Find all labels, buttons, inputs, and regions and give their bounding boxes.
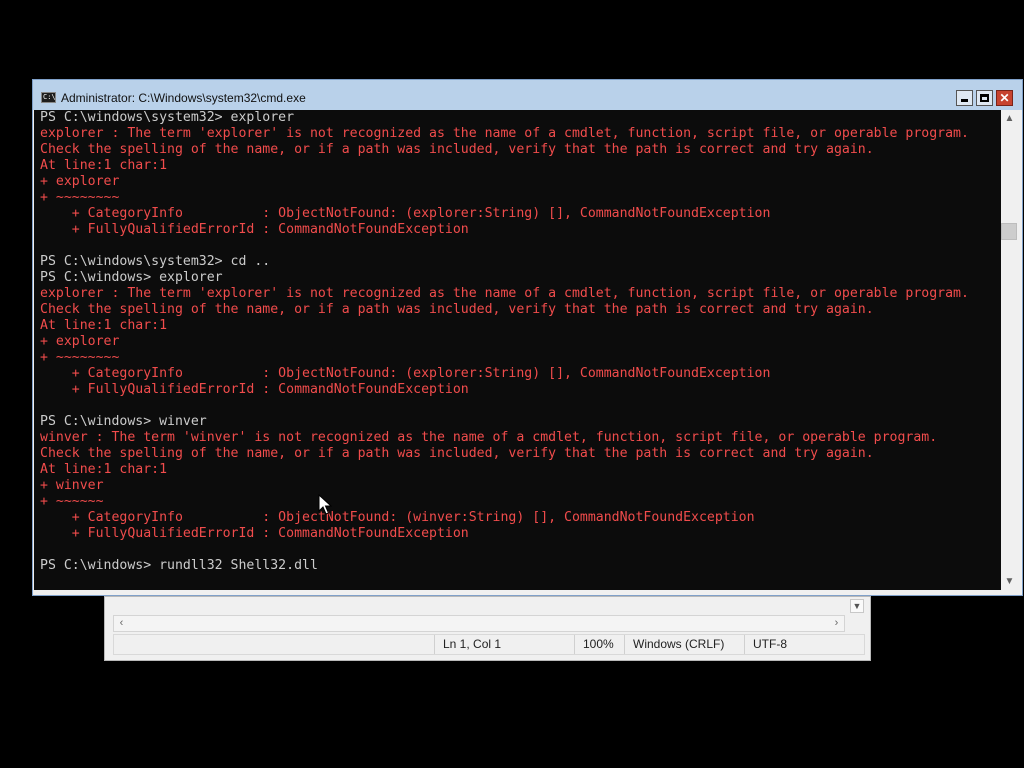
console-command-line: PS C:\windows> rundll32 Shell32.dll — [40, 558, 318, 573]
console-error-line: At line:1 char:1 — [40, 462, 168, 477]
notepad-window: ▼ ‹ › Ln 1, Col 1 100% Windows (CRLF) UT… — [104, 596, 871, 661]
console-error-line: + explorer — [40, 334, 120, 349]
console-error-line: Check the spelling of the name, or if a … — [40, 302, 874, 317]
console-error-line: + FullyQualifiedErrorId : CommandNotFoun… — [40, 382, 469, 397]
console-error-line: At line:1 char:1 — [40, 318, 168, 333]
console-error-line: + CategoryInfo : ObjectNotFound: (winver… — [40, 510, 755, 525]
close-button[interactable]: ✕ — [996, 90, 1013, 106]
console-error-line: + CategoryInfo : ObjectNotFound: (explor… — [40, 206, 771, 221]
console-command-line — [40, 238, 1001, 254]
scroll-down-icon[interactable]: ▼ — [1001, 573, 1018, 590]
console-error-line: + FullyQualifiedErrorId : CommandNotFoun… — [40, 222, 469, 237]
console-error-line: Check the spelling of the name, or if a … — [40, 446, 874, 461]
maximize-button[interactable] — [976, 90, 993, 106]
console-error-line: explorer : The term 'explorer' is not re… — [40, 126, 969, 141]
scrollbar-thumb[interactable] — [1001, 223, 1017, 240]
console-command-line — [40, 398, 1001, 414]
console-error-line: winver : The term 'winver' is not recogn… — [40, 430, 938, 445]
maximize-icon — [980, 94, 989, 102]
minimize-icon — [961, 99, 968, 102]
console-text: PS C:\windows\system32> explorer explorer… — [34, 110, 1001, 574]
console-error-line: explorer : The term 'explorer' is not re… — [40, 286, 969, 301]
status-zoom: 100% — [574, 635, 624, 654]
vertical-scrollbar[interactable]: ▲ ▼ — [1001, 110, 1018, 590]
console-error-line: + ~~~~~~ — [40, 494, 104, 509]
window-title: Administrator: C:\Windows\system32\cmd.e… — [61, 91, 306, 105]
console-output[interactable]: PS C:\windows\system32> explorer explorer… — [34, 110, 1001, 590]
console-command-line — [40, 542, 1001, 558]
console-error-line: + FullyQualifiedErrorId : CommandNotFoun… — [40, 526, 469, 541]
console-error-line: + CategoryInfo : ObjectNotFound: (explor… — [40, 366, 771, 381]
cmd-window: C:\ Administrator: C:\Windows\system32\c… — [32, 79, 1023, 596]
console-error-line: Check the spelling of the name, or if a … — [40, 142, 874, 157]
console-app-icon: C:\ — [41, 92, 56, 103]
console-command-line: PS C:\windows> explorer — [40, 270, 223, 285]
scroll-up-icon[interactable]: ▲ — [1001, 110, 1018, 127]
console-error-line: + winver — [40, 478, 104, 493]
mouse-pointer-icon — [318, 494, 332, 515]
horizontal-scrollbar[interactable]: ‹ › — [113, 615, 845, 632]
close-icon: ✕ — [999, 91, 1010, 105]
scroll-left-icon[interactable]: ‹ — [114, 616, 129, 631]
console-command-line: PS C:\windows\system32> explorer — [40, 110, 295, 125]
status-bar: Ln 1, Col 1 100% Windows (CRLF) UTF-8 — [113, 634, 865, 655]
status-encoding: UTF-8 — [744, 635, 864, 654]
console-command-line: PS C:\windows\system32> cd .. — [40, 254, 271, 269]
console-error-line: + explorer — [40, 174, 120, 189]
status-line-ending: Windows (CRLF) — [624, 635, 744, 654]
minimize-button[interactable] — [956, 90, 973, 106]
scroll-right-icon[interactable]: › — [829, 616, 844, 631]
console-error-line: + ~~~~~~~~ — [40, 350, 120, 365]
console-error-line: + ~~~~~~~~ — [40, 190, 120, 205]
title-bar[interactable]: C:\ Administrator: C:\Windows\system32\c… — [33, 80, 1022, 110]
status-cursor-position: Ln 1, Col 1 — [434, 635, 574, 654]
scroll-down-icon[interactable]: ▼ — [850, 599, 864, 613]
console-error-line: At line:1 char:1 — [40, 158, 168, 173]
console-command-line: PS C:\windows> winver — [40, 414, 207, 429]
